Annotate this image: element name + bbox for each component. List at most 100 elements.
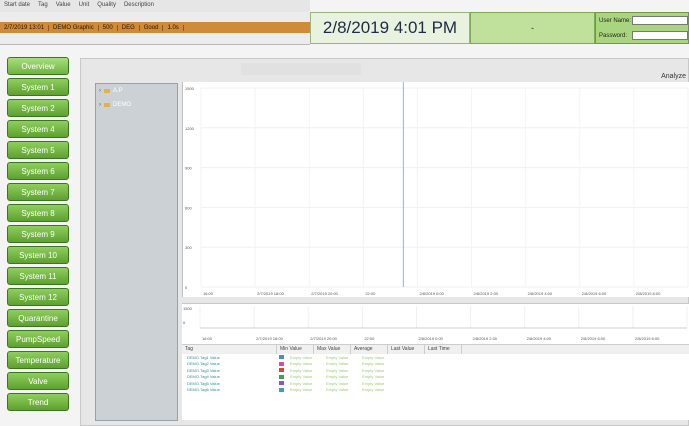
pen-stat: Empty Value xyxy=(290,354,313,360)
nav-button-temperature[interactable]: Temperature xyxy=(7,351,69,369)
nav-sidebar: Overview System 1 System 2 System 4 System 5… xyxy=(7,57,69,414)
trend-chart-svg[interactable]: 1500 1200 900 600 300 0 16:00 2/7/2019 18:00 2/7… xyxy=(183,82,689,297)
grid-col-header[interactable]: Last Value xyxy=(388,345,425,354)
y-tick-label: 1200 xyxy=(185,126,195,131)
pen-stat: Empty Value xyxy=(362,374,385,380)
pen-color-swatch[interactable] xyxy=(279,381,284,386)
y-tick-label: 0 xyxy=(185,285,188,290)
nav-button-overview[interactable]: Overview xyxy=(7,57,69,75)
overview-strip-svg[interactable]: 1500 0 16:00 2/7/2019 18:00 2/7/2019 20:00 22… xyxy=(182,304,689,344)
alarm-cell: DEMO Graphic xyxy=(49,24,99,31)
password-input[interactable] xyxy=(632,31,688,40)
grid-col-header[interactable]: Max Value xyxy=(314,345,351,354)
expand-chevron-icon[interactable]: › xyxy=(99,88,101,94)
pen-color-swatch[interactable] xyxy=(279,355,284,360)
y-tick-label: 300 xyxy=(185,245,192,250)
nav-button-system-4[interactable]: System 4 xyxy=(7,120,69,138)
strip-y-label: 0 xyxy=(183,320,186,325)
alarm-cell: Good xyxy=(140,24,164,31)
nav-button-pumpspeed[interactable]: PumpSpeed xyxy=(7,330,69,348)
strip-x-label: 2/8/2019 4:00 xyxy=(527,336,552,341)
pen-stat: Empty Value xyxy=(362,354,385,360)
nav-button-system-9[interactable]: System 9 xyxy=(7,225,69,243)
alarm-col-header: Start date xyxy=(4,2,31,8)
alarm-col-header: Description xyxy=(123,2,154,8)
login-panel: User Name: Password: xyxy=(595,12,689,44)
tree-node[interactable]: › DEMO xyxy=(96,98,177,112)
pen-tag: DEMO.Tag4 Value xyxy=(187,374,220,380)
nav-button-quarantine[interactable]: Quarantine xyxy=(7,309,69,327)
alarm-header: Start date Tag Value Unit Quality Description xyxy=(0,0,310,12)
pen-stat: Empty Value xyxy=(326,361,349,367)
pen-stat: Empty Value xyxy=(326,380,349,386)
trend-chart[interactable]: 1500 1200 900 600 300 0 16:00 2/7/2019 18:00 2/7… xyxy=(182,82,689,297)
status-box: - xyxy=(470,12,595,44)
alarm-col-header: Unit xyxy=(78,2,90,8)
nav-button-system-5[interactable]: System 5 xyxy=(7,141,69,159)
overview-strip[interactable]: 1500 0 16:00 2/7/2019 18:00 2/7/2019 20:00 22… xyxy=(182,303,689,344)
alarm-col-header: Quality xyxy=(97,2,116,8)
x-tick-label: 16:00 xyxy=(203,291,214,296)
nav-button-system-6[interactable]: System 6 xyxy=(7,162,69,180)
nav-button-system-10[interactable]: System 10 xyxy=(7,246,69,264)
pen-color-swatch[interactable] xyxy=(279,374,284,379)
alarm-col-header: Tag xyxy=(38,2,48,8)
grid-col-header[interactable]: Last Time xyxy=(425,345,462,354)
tree-node-label: DEMO xyxy=(113,102,131,108)
pen-tag: DEMO.Tag1 Value xyxy=(187,354,220,360)
nav-button-system-2[interactable]: System 2 xyxy=(7,99,69,117)
alarm-row[interactable]: 2/7/2019 13:01 DEMO Graphic 500 DEG Good 1.0s xyxy=(0,22,310,33)
plot-area[interactable] xyxy=(201,88,688,287)
pen-color-swatch[interactable] xyxy=(279,361,284,366)
expand-chevron-icon[interactable]: › xyxy=(99,102,101,108)
alarm-cell: DEG xyxy=(118,24,140,31)
pen-stat: Empty Value xyxy=(290,374,313,380)
strip-y-label: 1500 xyxy=(183,306,193,311)
pen-stat: Empty Value xyxy=(362,361,385,367)
folder-icon xyxy=(104,103,110,107)
pen-stat: Empty Value xyxy=(326,367,349,373)
pen-color-swatch[interactable] xyxy=(279,368,284,373)
x-tick-label: 2/8/2019 4:00 xyxy=(528,291,553,296)
username-input[interactable] xyxy=(632,16,688,25)
alarm-cell: 1.0s xyxy=(163,24,184,31)
y-tick-label: 1500 xyxy=(185,86,195,91)
nav-button-system-1[interactable]: System 1 xyxy=(7,78,69,96)
alarm-summary: Start date Tag Value Unit Quality Description… xyxy=(0,0,310,45)
pen-grid: DEMO.Tag1 Value Empty Value Empty Value Emp… xyxy=(182,354,689,420)
grid-col-header[interactable]: Tag xyxy=(182,345,277,354)
nav-button-trend[interactable]: Trend xyxy=(7,393,69,411)
strip-x-label: 2/8/2019 6:00 xyxy=(581,336,606,341)
pen-stat: Empty Value xyxy=(326,387,349,393)
tree-node[interactable]: › A.P xyxy=(96,84,177,98)
nav-button-system-11[interactable]: System 11 xyxy=(7,267,69,285)
pen-color-swatch[interactable] xyxy=(279,387,284,392)
analyze-button[interactable]: Analyze xyxy=(661,73,686,80)
tree-node-label: A.P xyxy=(113,88,123,94)
nav-button-valve[interactable]: Valve xyxy=(7,372,69,390)
pen-stat: Empty Value xyxy=(290,361,313,367)
x-tick-label: 2/8/2019 8:00 xyxy=(636,291,661,296)
nav-button-system-12[interactable]: System 12 xyxy=(7,288,69,306)
grid-col-header[interactable]: Min Value xyxy=(277,345,314,354)
username-label: User Name: xyxy=(599,17,632,24)
pen-stat: Empty Value xyxy=(326,354,349,360)
alarm-cell: 2/7/2019 13:01 xyxy=(0,24,50,31)
pen-stat: Empty Value xyxy=(362,387,385,393)
strip-x-label: 22:00 xyxy=(364,336,375,341)
password-label: Password: xyxy=(599,32,628,39)
pen-tag: DEMO.Tag6 Value xyxy=(187,387,220,393)
nav-button-system-8[interactable]: System 8 xyxy=(7,204,69,222)
pen-row[interactable]: DEMO.Tag6 Value Empty Value Empty Value Emp… xyxy=(182,387,689,394)
pen-stat: Empty Value xyxy=(326,374,349,380)
folder-icon xyxy=(104,89,110,93)
x-tick-label: 2/8/2019 6:00 xyxy=(582,291,607,296)
grid-col-header[interactable]: Average xyxy=(351,345,388,354)
nav-button-system-7[interactable]: System 7 xyxy=(7,183,69,201)
pen-stat: Empty Value xyxy=(362,367,385,373)
pen-stat: Empty Value xyxy=(290,380,313,386)
alarm-cell: 500 xyxy=(99,24,118,31)
x-tick-label: 2/8/2019 2:00 xyxy=(474,291,499,296)
strip-x-label: 2/8/2019 2:00 xyxy=(473,336,498,341)
pen-stat: Empty Value xyxy=(362,380,385,386)
